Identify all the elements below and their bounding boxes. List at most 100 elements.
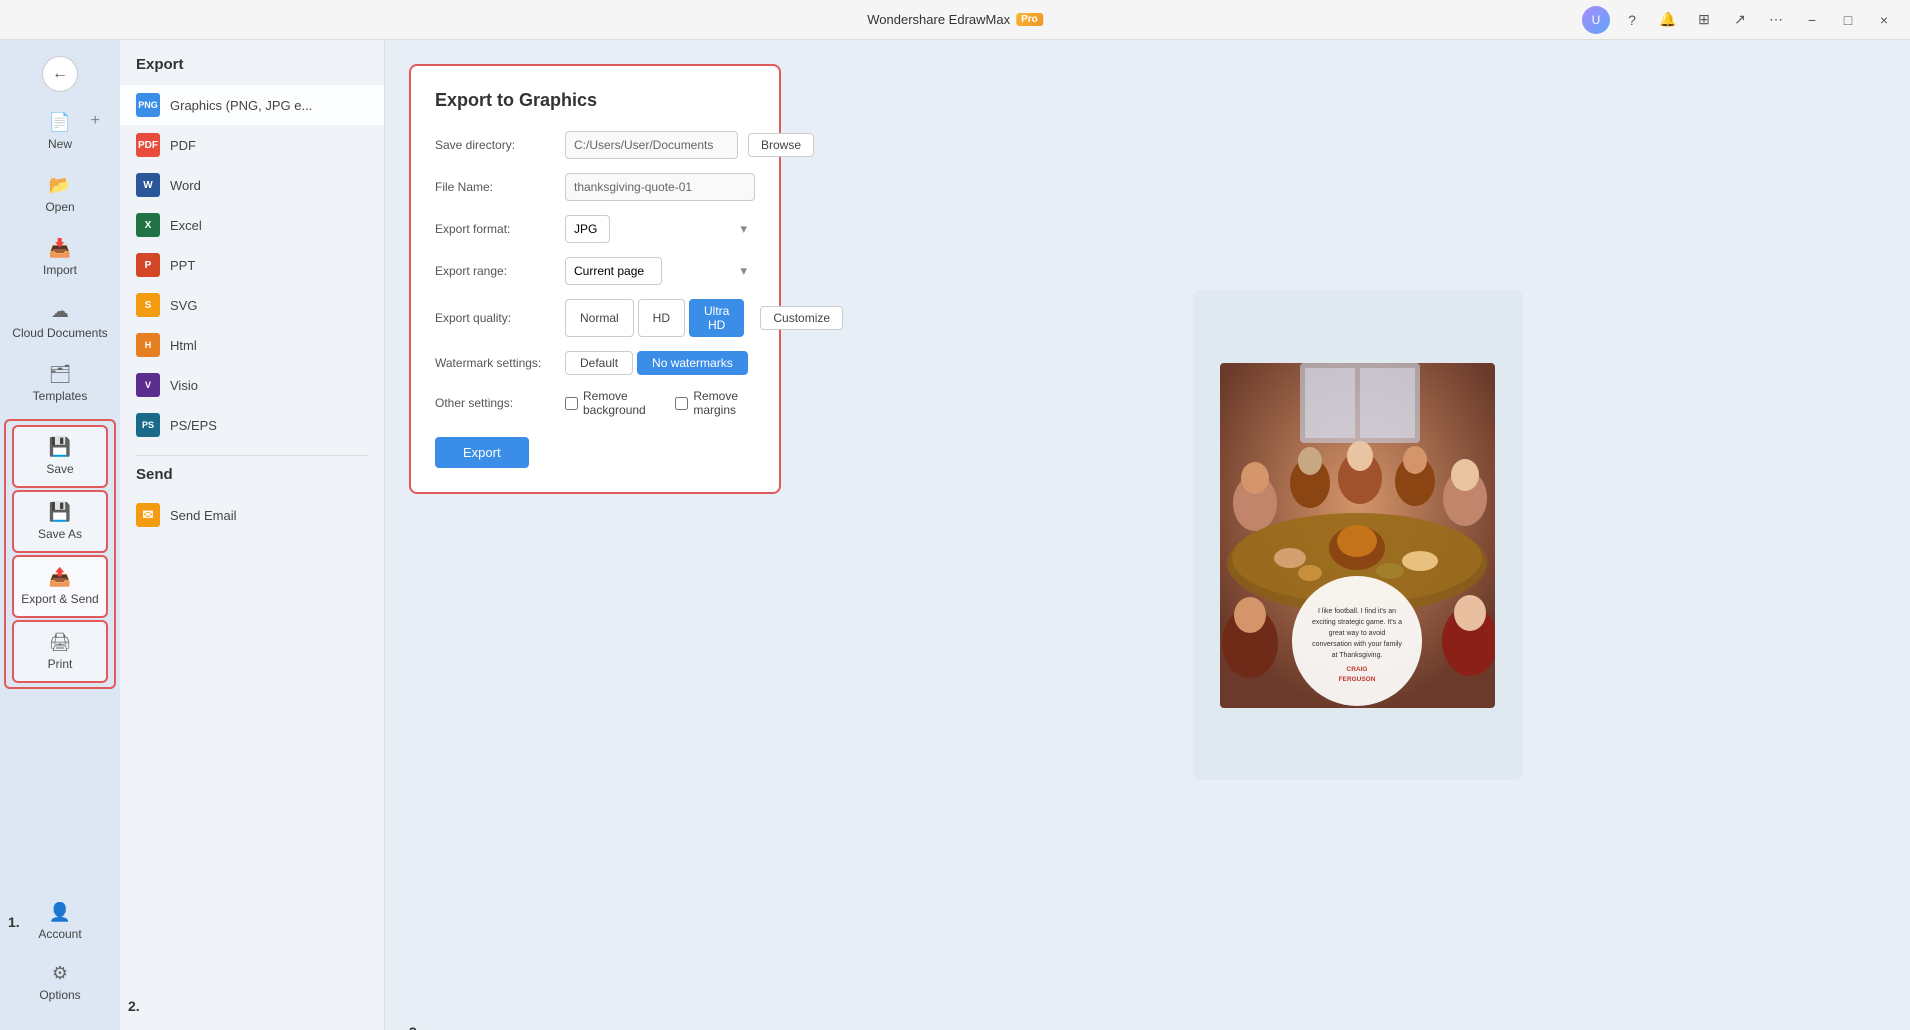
export-item-pdf[interactable]: PDF PDF: [120, 125, 384, 165]
sidebar-item-import[interactable]: 📥 Import: [6, 228, 114, 287]
export-item-pseps-label: PS/EPS: [170, 418, 217, 433]
app-title-area: Wondershare EdrawMax Pro: [867, 12, 1043, 27]
back-button[interactable]: ←: [42, 56, 78, 92]
remove-background-checkbox[interactable]: [565, 397, 578, 410]
quality-hd-button[interactable]: HD: [638, 299, 685, 337]
sidebar-item-export[interactable]: 📤 Export & Send: [12, 555, 108, 618]
sidebar-item-open[interactable]: 📂 Open: [6, 165, 114, 224]
watermark-none-button[interactable]: No watermarks: [637, 351, 748, 375]
customize-button[interactable]: Customize: [760, 306, 843, 330]
save-directory-input[interactable]: [565, 131, 738, 159]
remove-margins-label: Remove margins: [693, 389, 755, 417]
export-item-email[interactable]: ✉ Send Email: [120, 495, 384, 535]
remove-background-label: Remove background: [583, 389, 659, 417]
pro-badge: Pro: [1016, 13, 1043, 26]
export-divider: [136, 455, 368, 456]
other-settings-row: Other settings: Remove background Remove…: [435, 389, 755, 417]
export-item-png-label: Graphics (PNG, JPG e...: [170, 98, 312, 113]
file-name-label: File Name:: [435, 180, 555, 194]
export-item-png[interactable]: PNG Graphics (PNG, JPG e...: [120, 85, 384, 125]
export-item-html-label: Html: [170, 338, 197, 353]
checkbox-group: Remove background Remove margins: [565, 389, 755, 417]
pseps-icon: PS: [136, 413, 160, 437]
sidebar-item-print-label: Print: [48, 657, 73, 671]
sidebar-bottom: 👤 Account ⚙ Options: [0, 882, 120, 1022]
export-button[interactable]: Export: [435, 437, 529, 468]
svg-text:I like football. I find it's a: I like football. I find it's an: [1318, 608, 1396, 615]
preview-image: I like football. I find it's an exciting…: [1220, 363, 1495, 708]
export-item-excel[interactable]: X Excel: [120, 205, 384, 245]
maximize-button[interactable]: □: [1834, 6, 1862, 34]
sidebar-item-print[interactable]: 🖨 Print: [12, 620, 108, 683]
sidebar-item-import-label: Import: [43, 263, 77, 277]
sidebar-item-saveas-label: Save As: [38, 527, 82, 541]
save-directory-row: Save directory: Browse: [435, 131, 755, 159]
png-icon: PNG: [136, 93, 160, 117]
more-icon[interactable]: ⋯: [1762, 6, 1790, 34]
watermark-label: Watermark settings:: [435, 356, 555, 370]
sidebar-item-options[interactable]: ⚙ Options: [6, 953, 114, 1012]
left-sidebar: ← 📄 New + 📂 Open 📥 Import ☁ Cloud Docume…: [0, 40, 120, 1030]
remove-margins-checkbox[interactable]: [675, 397, 688, 410]
file-name-input[interactable]: [565, 173, 755, 201]
sidebar-item-templates[interactable]: 🗂 Templates: [6, 354, 114, 413]
save-icon: 💾: [49, 437, 71, 458]
annotation-3: 3.: [409, 1024, 421, 1030]
word-icon: W: [136, 173, 160, 197]
sidebar-item-new[interactable]: 📄 New +: [6, 102, 114, 161]
sidebar-item-save[interactable]: 💾 Save: [12, 425, 108, 488]
export-item-word[interactable]: W Word: [120, 165, 384, 205]
export-quality-label: Export quality:: [435, 311, 555, 325]
notification-icon[interactable]: 🔔: [1654, 6, 1682, 34]
export-item-visio[interactable]: V Visio: [120, 365, 384, 405]
svg-text:CRAIG: CRAIG: [1347, 666, 1368, 673]
html-icon: H: [136, 333, 160, 357]
preview-container: I like football. I find it's an exciting…: [1193, 290, 1523, 780]
export-icon: 📤: [49, 567, 71, 588]
export-range-select[interactable]: Current page All pages Selected items: [565, 257, 662, 285]
sidebar-item-account[interactable]: 👤 Account: [6, 892, 114, 951]
grid-icon[interactable]: ⊞: [1690, 6, 1718, 34]
export-item-svg[interactable]: S SVG: [120, 285, 384, 325]
share-icon[interactable]: ↗: [1726, 6, 1754, 34]
panel-title: Export to Graphics: [435, 90, 755, 111]
export-item-pseps[interactable]: PS PS/EPS: [120, 405, 384, 445]
user-avatar[interactable]: U: [1582, 6, 1610, 34]
remove-background-item[interactable]: Remove background: [565, 389, 659, 417]
export-item-word-label: Word: [170, 178, 201, 193]
export-item-excel-label: Excel: [170, 218, 202, 233]
browse-button[interactable]: Browse: [748, 133, 814, 157]
sidebar-item-options-label: Options: [39, 988, 80, 1002]
export-format-wrapper: JPG PNG BMP GIF TIFF SVG: [565, 215, 755, 243]
export-item-html[interactable]: H Html: [120, 325, 384, 365]
quality-ultrahd-button[interactable]: Ultra HD: [689, 299, 744, 337]
close-button[interactable]: ×: [1870, 6, 1898, 34]
watermark-buttons: Default No watermarks: [565, 351, 748, 375]
export-range-wrapper: Current page All pages Selected items: [565, 257, 755, 285]
sidebar-item-saveas[interactable]: 💾 Save As: [12, 490, 108, 553]
remove-margins-item[interactable]: Remove margins: [675, 389, 755, 417]
svg-text:conversation with your family: conversation with your family: [1312, 641, 1402, 648]
export-format-select[interactable]: JPG PNG BMP GIF TIFF SVG: [565, 215, 610, 243]
file-name-row: File Name:: [435, 173, 755, 201]
watermark-default-button[interactable]: Default: [565, 351, 633, 375]
export-item-ppt[interactable]: P PPT: [120, 245, 384, 285]
titlebar: Wondershare EdrawMax Pro U ? 🔔 ⊞ ↗ ⋯ − □…: [0, 0, 1910, 40]
sidebar-item-cloud[interactable]: ☁ Cloud Documents: [6, 291, 114, 350]
save-directory-label: Save directory:: [435, 138, 555, 152]
svg-icon: S: [136, 293, 160, 317]
sidebar-item-account-label: Account: [38, 927, 81, 941]
help-icon[interactable]: ?: [1618, 6, 1646, 34]
export-range-row: Export range: Current page All pages Sel…: [435, 257, 755, 285]
import-icon: 📥: [49, 238, 71, 259]
minimize-button[interactable]: −: [1798, 6, 1826, 34]
sidebar-item-open-label: Open: [45, 200, 74, 214]
quality-buttons: Normal HD Ultra HD: [565, 299, 744, 337]
main-content: Export to Graphics Save directory: Brows…: [385, 40, 1910, 1030]
quality-normal-button[interactable]: Normal: [565, 299, 634, 337]
watermark-row: Watermark settings: Default No watermark…: [435, 351, 755, 375]
preview-area: I like football. I find it's an exciting…: [805, 40, 1910, 1030]
highlighted-group: 💾 Save 💾 Save As 📤 Export & Send 🖨 Print: [4, 419, 116, 689]
annotation-2: 2.: [128, 998, 140, 1014]
export-panel-inner: Export to Graphics Save directory: Brows…: [409, 64, 781, 494]
